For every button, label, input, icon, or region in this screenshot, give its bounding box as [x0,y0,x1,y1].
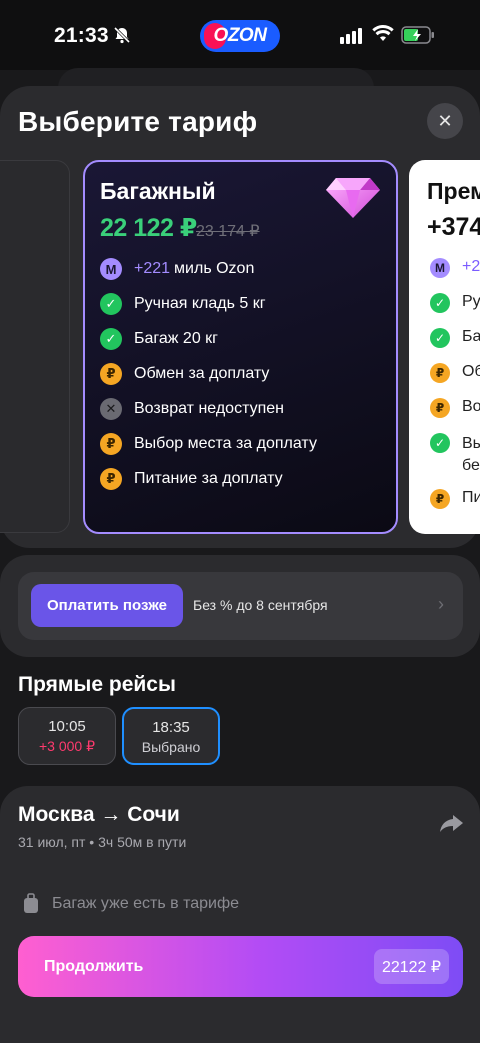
flight-option-1835-selected[interactable]: 18:35 Выбрано [122,707,220,765]
flight-time: 10:05 [48,718,86,735]
feature-text: Багаж 20 кг [134,330,219,347]
feature-text: +2 [462,258,480,275]
feature-text-line2: бе [462,457,480,474]
feature-text: Питание за доплату [134,470,283,487]
feature-text: Обмен за доплату [134,365,270,382]
check-icon: ✓ [430,293,450,313]
ozon-logo-text: OZON [213,25,267,46]
cross-icon: ✕ [100,398,122,420]
feature-text: Ручная кладь 5 кг [134,295,266,312]
feature-seat: ₽ Выбор места за доплату [100,432,317,456]
continue-price: 22122 ₽ [374,949,449,984]
ruble-icon: ₽ [100,433,122,455]
route-details: 31 июл, пт • 3ч 50м в пути [18,834,187,850]
ruble-icon: ₽ [430,398,450,418]
status-time: 21:33 [54,24,109,47]
flight-time: 18:35 [152,719,190,736]
miles-icon: M [430,258,450,278]
check-icon: ✓ [100,293,122,315]
next-feature-exchange: ₽ Об [430,363,480,383]
close-button[interactable]: ✕ [427,103,463,139]
feature-meal: ₽ Питание за доплату [100,467,283,491]
next-feature-meal: ₽ Пи [430,489,480,509]
baggage-note: Багаж уже есть в тарифе [52,895,240,912]
feature-text: Во [462,398,480,415]
tariff-next-price: +374 [427,213,480,241]
pay-later-button[interactable]: Оплатить позже [31,584,183,627]
baggage-icon [24,893,38,913]
ruble-icon: ₽ [100,468,122,490]
next-feature-miles: M +2 [430,258,480,278]
miles-amount: +221 [134,260,171,277]
check-icon: ✓ [430,433,450,453]
ruble-icon: ₽ [430,489,450,509]
next-feature-seat: ✓ Вы бе [430,433,480,477]
tariff-name: Багажный [100,178,216,204]
feature-text: Ба [462,328,480,345]
pay-later-text: Без % до 8 сентября [193,597,328,613]
miles-icon: M [100,258,122,280]
chevron-right-icon: › [438,594,444,614]
bell-off-icon [113,26,131,44]
feature-text-line1: Вы [462,435,480,452]
check-icon: ✓ [430,328,450,348]
sheet-title: Выберите тариф [18,106,258,137]
tariff-price: 22 122 ₽ [100,214,197,242]
flight-selected-label: Выбрано [141,739,201,755]
continue-label: Продолжить [44,958,144,975]
feature-refund: ✕ Возврат недоступен [100,397,284,421]
feature-text: миль Ozon [174,260,255,277]
feature-text: Ру [462,293,480,310]
tariff-old-price: 23 174 ₽ [196,223,260,240]
feature-baggage: ✓ Багаж 20 кг [100,327,218,351]
feature-text: Вы бе [462,433,480,477]
next-feature-refund: ₽ Во [430,398,480,418]
feature-text: Возврат недоступен [134,400,284,417]
cellular-signal-icon [340,28,362,44]
screen: 21:33 OZON Выберите тариф ✕ Багажный 22 … [0,0,480,1043]
check-icon: ✓ [100,328,122,350]
wifi-icon [372,25,394,41]
status-bar: 21:33 OZON [0,0,480,70]
direct-flights-title: Прямые рейсы [18,673,176,696]
next-feature-hand-luggage: ✓ Ру [430,293,480,313]
flight-price-diff: +3 000 ₽ [38,738,95,754]
feature-miles: M +221 миль Ozon [100,257,254,281]
ozon-logo: OZON [200,20,280,52]
feature-text: Пи [462,489,480,506]
battery-charging-icon [401,26,434,44]
ruble-icon: ₽ [100,363,122,385]
flight-option-1005[interactable]: 10:05 +3 000 ₽ [18,707,116,765]
share-icon[interactable] [438,812,464,836]
tariff-card-previous[interactable] [0,160,70,533]
feature-text: Выбор места за доплату [134,435,317,452]
next-feature-baggage: ✓ Ба [430,328,480,348]
feature-text: Об [462,363,480,380]
route-title: Москва → Сочи [18,803,180,826]
diamond-icon [326,178,380,218]
ruble-icon: ₽ [430,363,450,383]
feature-hand-luggage: ✓ Ручная кладь 5 кг [100,292,266,316]
feature-exchange: ₽ Обмен за доплату [100,362,269,386]
tariff-next-name: Прем [427,178,480,204]
close-icon: ✕ [437,110,453,131]
